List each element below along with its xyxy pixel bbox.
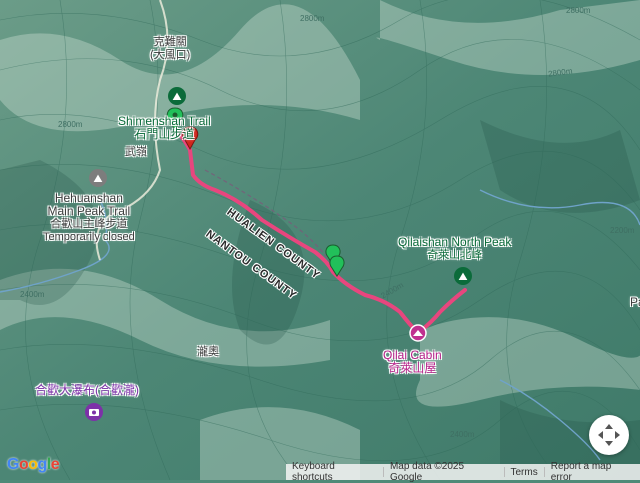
locate-button[interactable] bbox=[589, 415, 629, 455]
trail-label-hehuan[interactable]: Hehuanshan Main Peak Trail 合歡山主峰步道 Tempo… bbox=[43, 192, 135, 244]
svg-text:⛰: ⛰ bbox=[93, 172, 102, 185]
svg-text:⛰: ⛰ bbox=[172, 90, 181, 103]
place-label-kelai: 克難關 (大風口) bbox=[150, 36, 191, 61]
terms-link[interactable]: Terms bbox=[505, 467, 544, 478]
cabin-label[interactable]: Qilai Cabin 奇萊山屋 bbox=[383, 349, 442, 375]
google-logo: Google bbox=[7, 456, 60, 473]
attribution-bar: Keyboard shortcuts Map data ©2025 Google… bbox=[286, 461, 640, 483]
contour-label: 2800m bbox=[300, 14, 325, 23]
locate-icon bbox=[598, 424, 620, 446]
contour-label: 2400m bbox=[20, 290, 45, 299]
place-label-wuling: 武嶺 bbox=[125, 146, 147, 158]
hiking-marker-icon[interactable]: ⛰ bbox=[454, 267, 472, 285]
svg-text:⛰: ⛰ bbox=[458, 270, 467, 283]
contour-label: 2400m bbox=[450, 430, 475, 439]
contour-label: 2800m bbox=[566, 6, 591, 15]
camera-icon[interactable] bbox=[85, 403, 103, 421]
hiking-marker-icon[interactable]: ⛰ bbox=[89, 169, 107, 187]
trail-label-shimen[interactable]: Shimenshan Trail 石門山步道 bbox=[118, 115, 211, 141]
contour-label: 2800m bbox=[58, 120, 83, 129]
cabin-icon[interactable] bbox=[409, 324, 427, 342]
edge-label: Pa bbox=[630, 295, 640, 309]
contour-label: 2200m bbox=[610, 226, 635, 235]
peak-label-qilai-north[interactable]: Qilaishan North Peak 奇萊山北峰 bbox=[398, 236, 511, 262]
waterfall-label[interactable]: 合歡大瀑布(合歡瀧) bbox=[35, 384, 139, 397]
place-label-longao: 瀧奧 bbox=[197, 346, 219, 358]
hiking-marker-icon[interactable]: ⛰ bbox=[168, 87, 186, 105]
